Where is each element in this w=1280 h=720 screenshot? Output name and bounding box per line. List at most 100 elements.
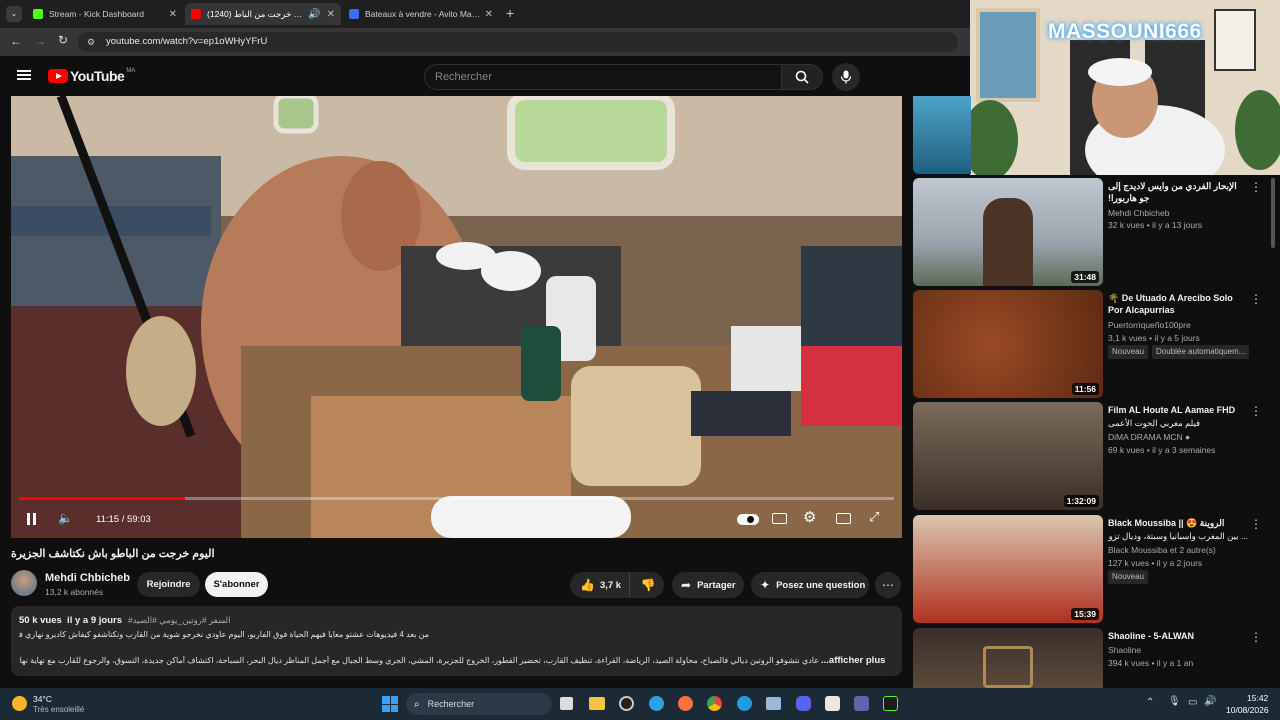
close-icon[interactable]: ✕ bbox=[169, 9, 177, 20]
description-line-1: من بعد 4 فيديوهات عشتو معايا فيهم الحياة… bbox=[19, 630, 429, 639]
search-button[interactable] bbox=[781, 64, 823, 90]
snipping-tool-icon[interactable] bbox=[825, 696, 840, 711]
recommendation-thumbnail[interactable]: 11:56 bbox=[913, 290, 1103, 398]
app-icon[interactable] bbox=[619, 696, 634, 711]
progress-bar-track[interactable] bbox=[19, 497, 894, 500]
voice-search-button[interactable] bbox=[832, 63, 860, 91]
more-actions-button[interactable]: ⋯ bbox=[875, 572, 901, 598]
more-vert-icon[interactable]: ⋮ bbox=[1250, 180, 1262, 194]
join-button[interactable]: Rejoindre bbox=[137, 572, 200, 597]
weather-temp[interactable]: 34°C bbox=[33, 694, 52, 704]
telegram-icon[interactable] bbox=[649, 696, 664, 711]
youtube-logo[interactable]: YouTube MA bbox=[48, 68, 135, 84]
thumbs-up-icon: 👍 bbox=[580, 578, 595, 592]
subtitles-icon[interactable] bbox=[772, 513, 787, 524]
recommendation-title[interactable]: Film AL Houte AL Aamae FHD bbox=[1108, 404, 1248, 416]
volume-icon[interactable]: 🔈 bbox=[58, 511, 73, 525]
network-icon[interactable]: ▭ bbox=[1188, 697, 1197, 708]
webcam-overlay: MASSOUNI666 bbox=[970, 0, 1280, 175]
recommendation-channel[interactable]: Mehdi Chbicheb bbox=[1108, 207, 1169, 219]
channel-name[interactable]: Mehdi Chbicheb bbox=[45, 572, 130, 584]
recommendation-thumbnail[interactable] bbox=[913, 628, 1103, 688]
description-box[interactable]: 50 k vues il y a 9 jours #السفر #روتين_ي… bbox=[11, 606, 902, 676]
miniplayer-icon[interactable] bbox=[836, 513, 851, 524]
app-icon[interactable] bbox=[766, 697, 781, 710]
address-bar-row: ← → ↻ ⚙ youtube.com/watch?v=ep1oWHyYFrU bbox=[0, 28, 970, 56]
back-icon[interactable]: ← bbox=[10, 34, 22, 48]
play-logo-icon bbox=[48, 69, 68, 83]
more-vert-icon[interactable]: ⋮ bbox=[1250, 292, 1262, 306]
tab-list-chevron-icon[interactable]: ⌄ bbox=[6, 6, 22, 22]
taskbar-search[interactable]: ⌕ Rechercher bbox=[406, 693, 552, 715]
clock-date[interactable]: 10/08/2026 bbox=[1226, 705, 1269, 715]
chrome-icon[interactable] bbox=[707, 696, 722, 711]
channel-extra: et 2 autre(s) bbox=[1169, 545, 1216, 555]
recommendation-thumbnail[interactable]: 1:32:09 bbox=[913, 402, 1103, 510]
video-title: اليوم خرجت من الباطو باش نكتاشف الجزيرة bbox=[11, 548, 215, 560]
dislike-button[interactable]: 👎 bbox=[632, 572, 664, 598]
channel-avatar[interactable] bbox=[11, 570, 37, 596]
file-explorer-icon[interactable] bbox=[589, 697, 605, 710]
settings-icon[interactable]: ⚙ bbox=[803, 508, 816, 526]
search-icon: ⌕ bbox=[414, 698, 420, 710]
recommendation-title[interactable]: 🌴 De Utuado A Arecibo Solo Por Alcapurri… bbox=[1108, 292, 1248, 316]
start-button[interactable] bbox=[382, 696, 398, 712]
obs-icon[interactable] bbox=[883, 696, 898, 711]
recommendation-title[interactable]: Black Moussiba || 😍 الروينة bbox=[1108, 517, 1248, 529]
site-info-icon[interactable]: ⚙ bbox=[87, 32, 95, 52]
recommendation-meta: 32 k vues • il y a 13 jours bbox=[1108, 220, 1203, 230]
forward-icon[interactable]: → bbox=[34, 34, 46, 48]
recommendation-thumbnail-top-partial[interactable] bbox=[913, 96, 971, 174]
scrollbar[interactable] bbox=[1271, 178, 1275, 248]
close-icon[interactable]: ✕ bbox=[485, 9, 493, 20]
show-more-link[interactable]: ...afficher plus bbox=[821, 655, 885, 666]
microphone-icon[interactable]: 🎙 bbox=[1168, 696, 1181, 707]
recommendation-badges: Nouveau bbox=[1108, 570, 1152, 584]
tab-youtube[interactable]: اليوم خرجت من الباط (1240) 🔊 ✕ bbox=[185, 3, 341, 25]
browser-tab-bar: ⌄ Stream - Kick Dashboard ✕ اليوم خرجت م… bbox=[0, 0, 970, 28]
recommendation-channel[interactable]: Puertorriqueño100pre bbox=[1108, 319, 1191, 331]
dubbed-badge: Doublée automatiquem... bbox=[1152, 345, 1250, 359]
recommendation-meta: 69 k vues • il y a 3 semaines bbox=[1108, 445, 1216, 455]
speaker-icon[interactable]: 🔊 bbox=[308, 9, 320, 20]
more-vert-icon[interactable]: ⋮ bbox=[1250, 630, 1262, 644]
task-view-icon[interactable] bbox=[560, 697, 573, 710]
tab-avito[interactable]: Bateaux à vendre - Avito Maroc ✕ bbox=[343, 3, 499, 25]
pause-button[interactable] bbox=[25, 512, 39, 526]
recommendation-title[interactable]: الإبحار الفردي من وايس لاديدج إلى جو هار… bbox=[1108, 180, 1248, 204]
tab-kick[interactable]: Stream - Kick Dashboard ✕ bbox=[27, 3, 183, 25]
discord-icon[interactable] bbox=[796, 696, 811, 711]
recommendation-thumbnail[interactable]: 31:48 bbox=[913, 178, 1103, 286]
video-player[interactable]: 🔈 11:15 / 59:03 ⚙ ⤢ bbox=[11, 96, 902, 538]
autoplay-toggle[interactable] bbox=[737, 514, 759, 525]
like-button[interactable]: 👍 3,7 k bbox=[570, 572, 630, 598]
menu-icon[interactable] bbox=[17, 70, 31, 80]
views-date: 50 k vues il y a 9 jours bbox=[19, 615, 122, 626]
recommendation-badges: Nouveau Doublée automatiquem... bbox=[1108, 345, 1253, 359]
subscribe-button[interactable]: S'abonner bbox=[205, 572, 268, 597]
recommendation-channel[interactable]: Black Moussiba et 2 autre(s) bbox=[1108, 544, 1216, 556]
speaker-icon[interactable]: 🔊 bbox=[1204, 696, 1216, 707]
hashtags[interactable]: #السفر #روتين_يومي #الصيد bbox=[128, 615, 231, 626]
recommendation-title[interactable]: Shaoline - 5-ALWAN bbox=[1108, 630, 1248, 642]
teams-icon[interactable] bbox=[854, 696, 869, 711]
share-button[interactable]: ➦ Partager bbox=[672, 572, 744, 598]
search-input[interactable]: Rechercher bbox=[424, 64, 782, 90]
recommendation-channel[interactable]: DiMA DRAMA MCN ● bbox=[1108, 431, 1190, 443]
tray-chevron-icon[interactable]: ⌃ bbox=[1146, 697, 1154, 708]
edge-icon[interactable] bbox=[737, 696, 752, 711]
clock-time[interactable]: 15:42 bbox=[1247, 693, 1268, 703]
firefox-icon[interactable] bbox=[678, 696, 693, 711]
share-icon: ➦ bbox=[681, 578, 692, 592]
more-vert-icon[interactable]: ⋮ bbox=[1250, 404, 1262, 418]
recommendation-thumbnail[interactable]: 15:39 bbox=[913, 515, 1103, 623]
recommendation-channel[interactable]: Shaoline bbox=[1108, 644, 1141, 656]
fullscreen-icon[interactable]: ⤢ bbox=[869, 509, 879, 525]
ask-question-button[interactable]: ✦ Posez une question bbox=[751, 572, 869, 598]
reload-icon[interactable]: ↻ bbox=[58, 33, 68, 47]
kick-favicon-icon bbox=[33, 9, 43, 19]
close-icon[interactable]: ✕ bbox=[327, 9, 335, 20]
new-tab-button[interactable]: + bbox=[506, 5, 514, 21]
url-field[interactable]: ⚙ youtube.com/watch?v=ep1oWHyYFrU bbox=[78, 32, 958, 52]
more-vert-icon[interactable]: ⋮ bbox=[1250, 517, 1262, 531]
